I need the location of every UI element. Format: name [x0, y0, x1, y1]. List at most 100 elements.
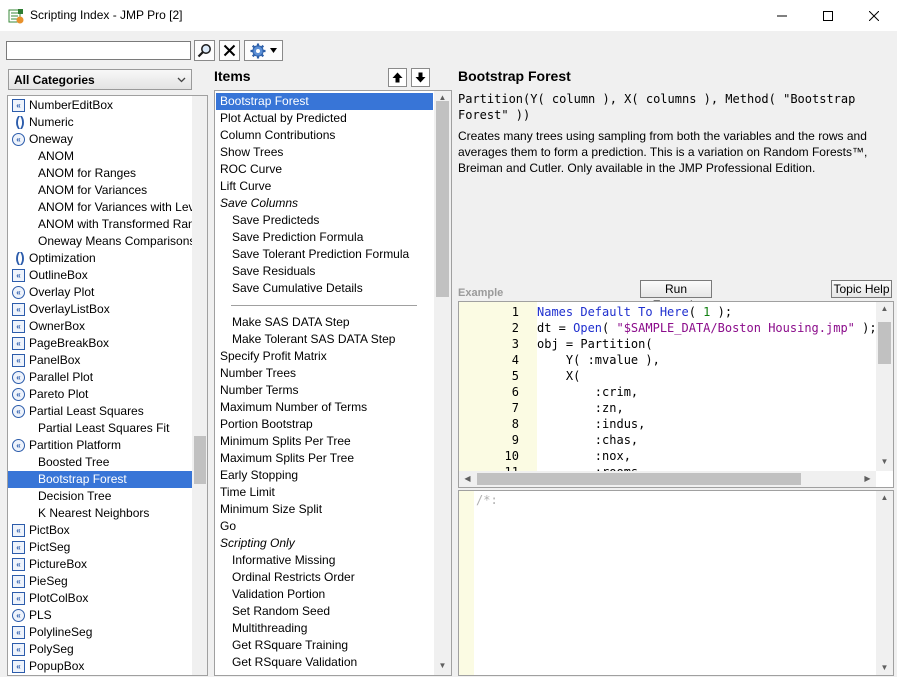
items-list-item[interactable]: Set Random Seed: [216, 603, 433, 620]
items-group-header[interactable]: Save Columns: [216, 195, 433, 212]
category-tree-item[interactable]: « PictBox: [8, 522, 192, 539]
category-tree-item[interactable]: Partial Least Squares Fit: [8, 420, 192, 437]
items-list-item[interactable]: Portion Bootstrap: [216, 416, 433, 433]
category-tree-item-label: OverlayListBox: [29, 302, 110, 316]
scroll-down-arrow-icon[interactable]: ▼: [434, 661, 451, 670]
category-tree-scrollbar[interactable]: [192, 96, 207, 675]
items-list-item[interactable]: Maximum Number of Terms: [216, 399, 433, 416]
category-tree-item[interactable]: K Nearest Neighbors: [8, 505, 192, 522]
items-list-item[interactable]: Informative Missing: [216, 552, 433, 569]
search-input[interactable]: [6, 41, 191, 60]
items-list-item[interactable]: Validation Portion: [216, 586, 433, 603]
category-tree-item[interactable]: « Partial Least Squares: [8, 403, 192, 420]
category-tree-item[interactable]: ANOM for Variances with Lev: [8, 199, 192, 216]
code-vertical-scroll-thumb[interactable]: [878, 322, 891, 364]
items-list-item[interactable]: Bootstrap Forest: [216, 93, 433, 110]
category-tree-scroll-thumb[interactable]: [194, 436, 206, 484]
category-tree-item[interactable]: « Parallel Plot: [8, 369, 192, 386]
items-list-item[interactable]: Maximum Splits Per Tree: [216, 450, 433, 467]
log-vertical-scrollbar[interactable]: ▲ ▼: [876, 491, 893, 675]
items-list-item[interactable]: Go: [216, 518, 433, 535]
items-list-item[interactable]: Save Prediction Formula: [216, 229, 433, 246]
category-tree-item[interactable]: « PlotColBox: [8, 590, 192, 607]
scroll-right-arrow-icon[interactable]: ▶: [859, 474, 876, 483]
items-list-item[interactable]: Save Cumulative Details: [216, 280, 433, 297]
items-list-item[interactable]: Show Trees: [216, 144, 433, 161]
items-list-item[interactable]: Save Predicteds: [216, 212, 433, 229]
topic-help-button[interactable]: Topic Help: [831, 280, 892, 298]
category-tree-item[interactable]: ANOM for Ranges: [8, 165, 192, 182]
items-list-item[interactable]: Ordinal Restricts Order: [216, 569, 433, 586]
category-tree-item[interactable]: « PictureBox: [8, 556, 192, 573]
run-example-button[interactable]: Run Example: [640, 280, 712, 312]
category-tree-item[interactable]: Bootstrap Forest: [8, 471, 192, 488]
scroll-up-arrow-icon[interactable]: ▲: [876, 493, 893, 502]
category-tree-item[interactable]: « Pareto Plot: [8, 386, 192, 403]
category-tree-item[interactable]: Boosted Tree: [8, 454, 192, 471]
items-list-item[interactable]: Multithreading: [216, 620, 433, 637]
category-tree-item[interactable]: Decision Tree: [8, 488, 192, 505]
category-select[interactable]: All Categories: [8, 69, 192, 90]
category-tree-item[interactable]: « OverlayListBox: [8, 301, 192, 318]
items-list-item[interactable]: Minimum Size Split: [216, 501, 433, 518]
close-button[interactable]: [851, 0, 897, 31]
search-options-button[interactable]: [244, 40, 283, 61]
category-tree-item[interactable]: « Oneway: [8, 131, 192, 148]
category-tree-item[interactable]: () Numeric: [8, 114, 192, 131]
category-tree-item[interactable]: « PolylineSeg: [8, 624, 192, 641]
items-list-item[interactable]: Save Residuals: [216, 263, 433, 280]
category-tree-item[interactable]: « PLS: [8, 607, 192, 624]
scroll-up-arrow-icon[interactable]: ▲: [876, 304, 893, 313]
items-list-item[interactable]: Make SAS DATA Step: [216, 314, 433, 331]
items-list-scroll-thumb[interactable]: [436, 101, 449, 297]
example-code-editor[interactable]: 1234567891011 Names Default To Here( 1 )…: [458, 301, 894, 488]
items-list-item[interactable]: Specify Profit Matrix: [216, 348, 433, 365]
scroll-down-arrow-icon[interactable]: ▼: [876, 457, 893, 466]
clear-search-button[interactable]: [219, 40, 240, 61]
category-tree-item[interactable]: ANOM: [8, 148, 192, 165]
items-next-button[interactable]: [411, 68, 430, 87]
minimize-button[interactable]: [759, 0, 805, 31]
category-tree-item[interactable]: ANOM with Transformed Ran: [8, 216, 192, 233]
category-tree-item[interactable]: « PopupBox: [8, 658, 192, 675]
category-tree-item-label: PolylineSeg: [29, 625, 93, 639]
items-list-item[interactable]: Time Limit: [216, 484, 433, 501]
items-group-header[interactable]: Scripting Only: [216, 535, 433, 552]
category-tree-item[interactable]: « Partition Platform: [8, 437, 192, 454]
scroll-down-arrow-icon[interactable]: ▼: [876, 663, 893, 672]
items-previous-button[interactable]: [388, 68, 407, 87]
category-tree-item[interactable]: Oneway Means Comparisons: [8, 233, 192, 250]
maximize-button[interactable]: [805, 0, 851, 31]
items-list-item[interactable]: Number Trees: [216, 365, 433, 382]
category-tree-item[interactable]: « PictSeg: [8, 539, 192, 556]
items-list-item[interactable]: Column Contributions: [216, 127, 433, 144]
items-list-item[interactable]: Get RSquare Validation: [216, 654, 433, 671]
items-list[interactable]: Bootstrap Forest Plot Actual by Predicted…: [214, 90, 452, 676]
category-tree[interactable]: « NumberEditBox () Numeric « Oneway ANOM ANOM f…: [7, 95, 208, 676]
items-list-item[interactable]: ROC Curve: [216, 161, 433, 178]
category-tree-item[interactable]: « Overlay Plot: [8, 284, 192, 301]
category-tree-item[interactable]: « NumberEditBox: [8, 97, 192, 114]
items-list-item[interactable]: Minimum Splits Per Tree: [216, 433, 433, 450]
category-tree-item[interactable]: ANOM for Variances: [8, 182, 192, 199]
category-tree-item[interactable]: « OutlineBox: [8, 267, 192, 284]
category-tree-item[interactable]: « PieSeg: [8, 573, 192, 590]
search-button[interactable]: [194, 40, 215, 61]
category-tree-item[interactable]: () Optimization: [8, 250, 192, 267]
log-output-editor[interactable]: /*: ▲ ▼: [458, 490, 894, 676]
category-tree-item[interactable]: « PanelBox: [8, 352, 192, 369]
items-list-item[interactable]: Number Terms: [216, 382, 433, 399]
items-list-item[interactable]: Lift Curve: [216, 178, 433, 195]
scroll-left-arrow-icon[interactable]: ◀: [459, 474, 476, 483]
code-horizontal-scroll-thumb[interactable]: [477, 473, 801, 485]
items-list-item[interactable]: Plot Actual by Predicted: [216, 110, 433, 127]
category-tree-item[interactable]: « PolySeg: [8, 641, 192, 658]
code-text[interactable]: Names Default To Here( 1 ); dt = Open( "$…: [537, 302, 877, 471]
items-list-item[interactable]: Early Stopping: [216, 467, 433, 484]
category-tree-item[interactable]: « PageBreakBox: [8, 335, 192, 352]
items-list-item[interactable]: Get RSquare Training: [216, 637, 433, 654]
items-list-item[interactable]: Make Tolerant SAS DATA Step: [216, 331, 433, 348]
category-tree-item[interactable]: « OwnerBox: [8, 318, 192, 335]
log-text[interactable]: /*:: [476, 493, 498, 507]
items-list-item[interactable]: Save Tolerant Prediction Formula: [216, 246, 433, 263]
